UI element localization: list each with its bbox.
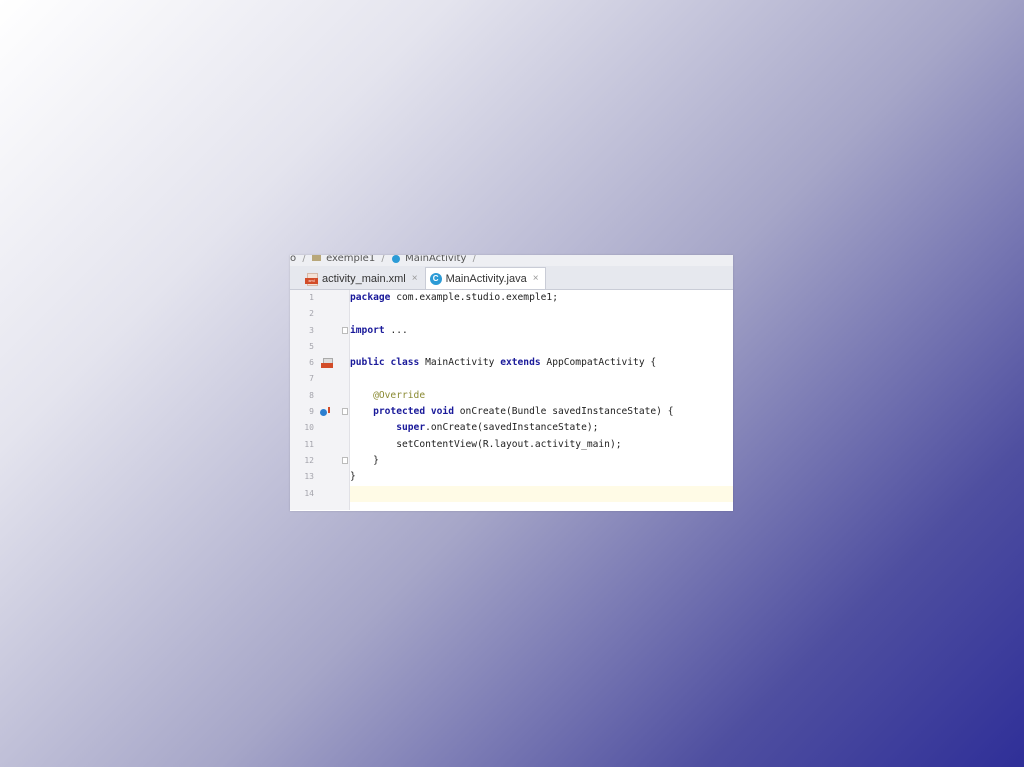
code-text: } [373, 454, 379, 466]
tab-label: activity_main.xml [322, 272, 406, 285]
code-line[interactable]: 13} [304, 469, 733, 485]
line-number: 11 [304, 439, 314, 449]
code-line[interactable]: 5 [309, 339, 733, 355]
java-class-icon [391, 255, 400, 263]
line-number: 5 [309, 341, 314, 351]
code-text: package com.example.studio.exemple1; [350, 292, 558, 303]
ide-window: o / exemple1 / MainActivity / activity_m… [290, 255, 733, 511]
breadcrumb-separator: / [302, 255, 306, 264]
code-text: import ... [350, 324, 408, 336]
fold-toggle-icon[interactable] [342, 326, 348, 334]
code-text: setContentView(R.layout.activity_main); [396, 438, 622, 450]
code-line[interactable]: 3 import ... [309, 323, 733, 339]
code-line[interactable]: 1 package com.example.studio.exemple1; [309, 290, 733, 306]
java-class-icon: C [429, 272, 442, 285]
line-number: 1 [309, 293, 314, 302]
code-editor[interactable]: 1 package com.example.studio.exemple1; 2 … [290, 290, 733, 510]
code-line[interactable]: 12 } [304, 453, 733, 469]
tab-mainactivity-java[interactable]: C MainActivity.java × [424, 267, 546, 289]
line-number: 14 [304, 488, 314, 498]
breadcrumb-item-root[interactable]: o [290, 255, 296, 264]
editor-tab-bar: activity_main.xml × C MainActivity.java … [290, 266, 733, 290]
close-icon[interactable]: × [533, 273, 539, 284]
line-number: 3 [309, 325, 314, 335]
code-line-current[interactable]: 14 [304, 485, 733, 502]
breadcrumb-separator: / [472, 255, 476, 264]
line-number: 7 [309, 374, 314, 384]
code-line[interactable]: 11 setContentView(R.layout.activity_main… [304, 437, 733, 453]
folder-icon [311, 255, 321, 261]
line-number: 13 [304, 472, 314, 482]
code-text: } [350, 471, 356, 483]
code-area[interactable]: 1 package com.example.studio.exemple1; 2 … [304, 290, 733, 502]
code-line[interactable]: 6 public class MainActivity extends AppCo… [309, 355, 733, 371]
breadcrumb-item-package[interactable]: exemple1 [326, 255, 375, 264]
breadcrumb-separator: / [381, 255, 385, 264]
code-text: protected void onCreate(Bundle savedInst… [373, 406, 674, 418]
fold-toggle-icon[interactable] [342, 408, 348, 416]
code-line[interactable]: 7 [309, 371, 733, 387]
fold-toggle-icon[interactable] [342, 456, 348, 464]
line-number: 9 [309, 407, 314, 417]
code-line[interactable]: 2 [309, 306, 733, 322]
breadcrumb: o / exemple1 / MainActivity / [290, 255, 733, 266]
tab-label: MainActivity.java [445, 272, 527, 285]
breadcrumb-item-class[interactable]: MainActivity [405, 255, 466, 264]
line-number: 2 [309, 309, 314, 319]
line-number: 10 [304, 423, 314, 433]
line-number: 12 [304, 455, 314, 465]
override-arrow-icon [328, 407, 330, 414]
code-text: public class MainActivity extends AppCom… [350, 357, 657, 369]
line-number: 6 [309, 358, 314, 368]
code-line[interactable]: 8 @Override [309, 388, 733, 404]
code-line[interactable]: 10 super.onCreate(savedInstanceState); [304, 420, 733, 436]
line-number: 8 [309, 390, 314, 400]
tab-activity-main-xml[interactable]: activity_main.xml × [300, 267, 425, 289]
xml-file-icon [305, 272, 318, 286]
code-text: super.onCreate(savedInstanceState); [396, 422, 599, 434]
close-icon[interactable]: × [412, 273, 418, 284]
code-text: @Override [373, 389, 426, 401]
code-line[interactable]: 9 protected void onCreate(Bundle savedIn… [309, 404, 733, 420]
layout-link-icon[interactable] [321, 358, 333, 369]
